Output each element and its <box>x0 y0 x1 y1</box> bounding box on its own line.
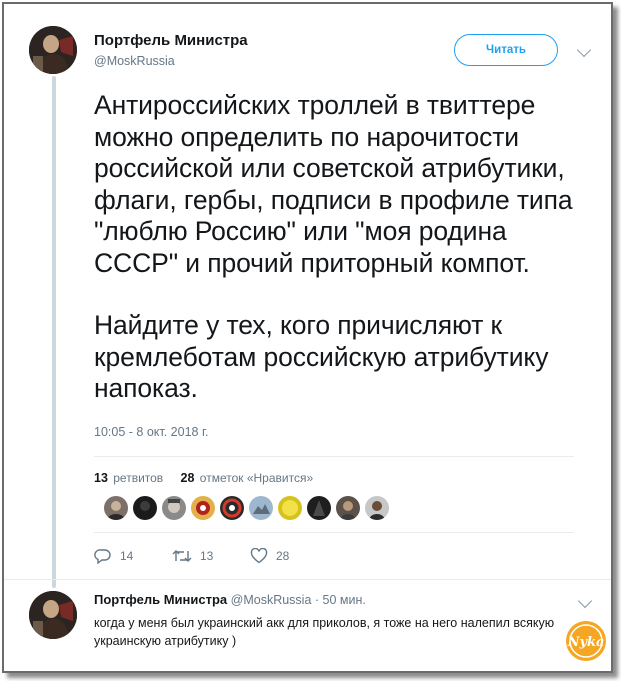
thread-line <box>52 76 56 588</box>
liker-avatar[interactable] <box>191 496 215 520</box>
chevron-down-icon[interactable] <box>577 593 593 609</box>
author-avatar[interactable] <box>29 26 77 74</box>
liker-avatar[interactable] <box>278 496 302 520</box>
retweets-count[interactable]: 13 <box>94 471 108 485</box>
tweet-actions: 14 13 28 <box>94 548 328 564</box>
reply-count: 14 <box>120 549 134 563</box>
chevron-down-icon[interactable] <box>576 42 592 58</box>
tweet-timestamp[interactable]: 10:05 - 8 окт. 2018 г. <box>94 425 208 439</box>
reply-author-handle[interactable]: @MoskRussia <box>231 593 312 607</box>
reply-separator: · <box>314 593 320 607</box>
author-name[interactable]: Портфель Министра <box>94 32 248 49</box>
reply-icon[interactable] <box>94 548 112 564</box>
retweets-label[interactable]: ретвитов <box>113 471 163 485</box>
tweet-paragraph-2: Найдите у тех, кого причисляют к кремлеб… <box>94 310 549 403</box>
liker-avatar[interactable] <box>336 496 360 520</box>
follow-button[interactable]: Читать <box>454 34 558 66</box>
reply-author-name[interactable]: Портфель Министра <box>94 592 227 607</box>
watermark-logo: Nyka <box>565 620 607 662</box>
tweet-card: Портфель Министра @MoskRussia Читать Ант… <box>2 2 613 673</box>
divider <box>4 579 611 580</box>
reply-author-avatar[interactable] <box>29 591 77 639</box>
like-action[interactable]: 28 <box>250 548 328 564</box>
author-handle[interactable]: @MoskRussia <box>94 54 175 68</box>
divider <box>94 532 574 533</box>
watermark-text: Nyka <box>567 635 605 650</box>
liker-avatar[interactable] <box>162 496 186 520</box>
reply-time[interactable]: 50 мин. <box>323 593 366 607</box>
divider <box>94 456 574 457</box>
tweet-text: Антироссийских троллей в твиттере можно … <box>94 90 594 436</box>
likers-avatars <box>104 496 389 520</box>
likes-count[interactable]: 28 <box>181 471 195 485</box>
reply-action[interactable]: 14 <box>94 548 172 564</box>
reply-header: Портфель Министра @MoskRussia · 50 мин. <box>94 592 366 607</box>
retweet-count: 13 <box>200 549 214 563</box>
tweet-paragraph-1: Антироссийских троллей в твиттере можно … <box>94 90 573 278</box>
liker-avatar[interactable] <box>220 496 244 520</box>
heart-icon[interactable] <box>250 548 268 564</box>
engagement-stats: 13 ретвитов 28 отметок «Нравится» <box>94 471 313 485</box>
liker-avatar[interactable] <box>307 496 331 520</box>
retweet-icon[interactable] <box>172 548 192 564</box>
liker-avatar[interactable] <box>249 496 273 520</box>
liker-avatar[interactable] <box>133 496 157 520</box>
likes-label[interactable]: отметок «Нравится» <box>200 471 313 485</box>
liker-avatar[interactable] <box>365 496 389 520</box>
reply-text: когда у меня был украинский акк для прик… <box>94 616 555 648</box>
retweet-action[interactable]: 13 <box>172 548 250 564</box>
liker-avatar[interactable] <box>104 496 128 520</box>
like-count: 28 <box>276 549 290 563</box>
